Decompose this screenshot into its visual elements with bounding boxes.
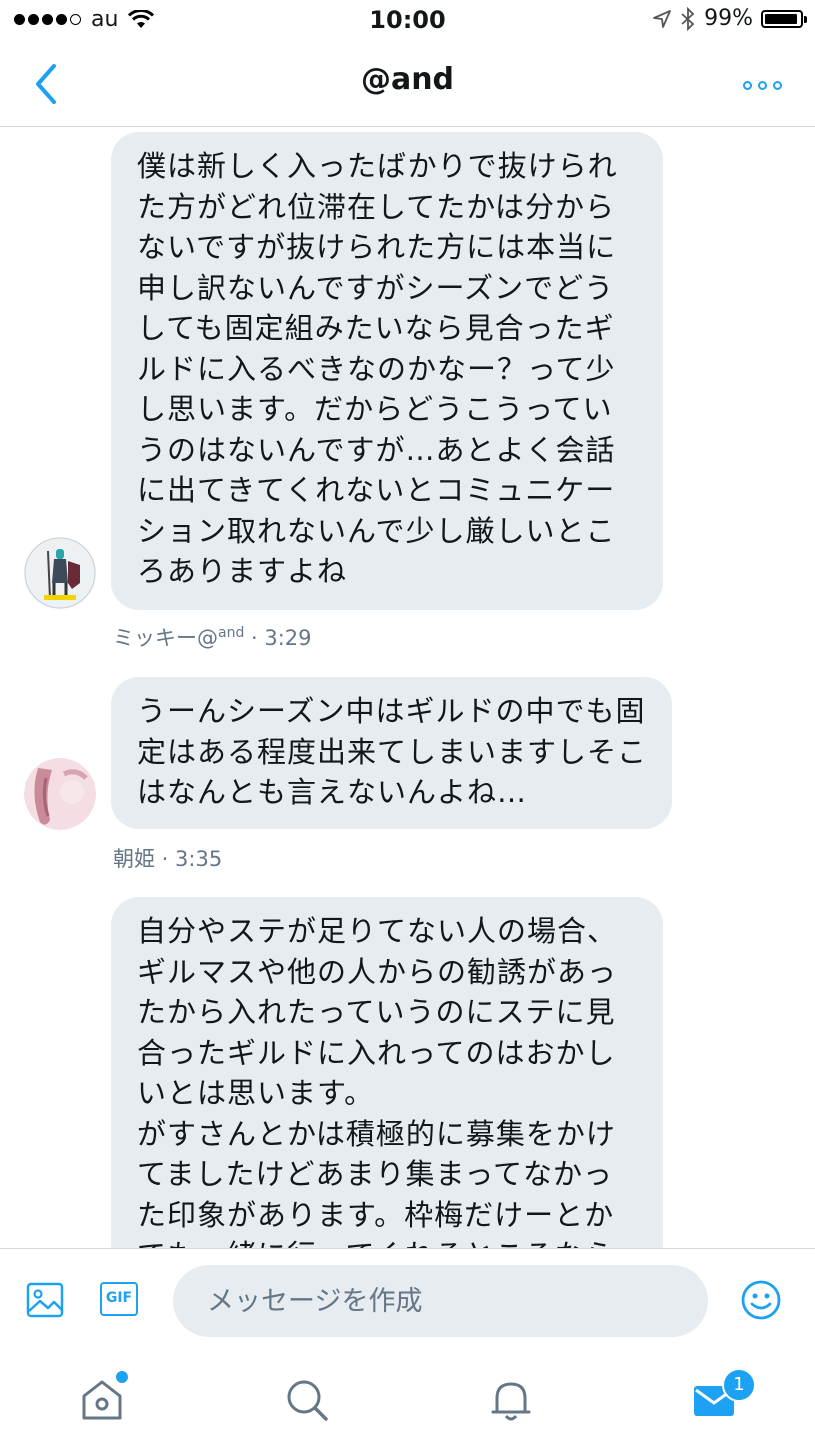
tab-search[interactable] [283, 1376, 331, 1424]
avatar-image [24, 758, 96, 830]
tab-notifications[interactable] [487, 1376, 535, 1424]
battery-percent: 99% [704, 6, 753, 31]
meta-separator: · [155, 847, 176, 871]
home-notification-dot [114, 1369, 130, 1385]
search-icon [287, 1380, 328, 1421]
image-icon [26, 1282, 64, 1318]
add-photo-button[interactable] [26, 1281, 68, 1323]
bluetooth-icon [681, 6, 695, 31]
bell-icon [491, 1382, 531, 1421]
message-bubble[interactable]: 自分やステが足りてない人の場合、ギルマスや他の人からの勧誘があったから入れたって… [111, 897, 663, 1248]
emoji-button[interactable] [740, 1279, 782, 1321]
message-bubble[interactable]: 僕は新しく入ったばかりで抜けられた方がどれ位滞在してたかは分からないですが抜けら… [111, 132, 663, 610]
status-bar: au 10:00 99% [0, 0, 815, 40]
message-time: 3:29 [264, 626, 312, 650]
sender-name: 朝姫 [113, 847, 155, 871]
message-meta: 朝姫 · 3:35 [113, 843, 222, 873]
more-dots-icon [743, 80, 752, 90]
message-composer: GIF [0, 1248, 815, 1353]
conversation-title[interactable]: @and [0, 62, 815, 97]
smiley-icon [741, 1280, 781, 1320]
battery-icon [761, 9, 807, 28]
avatar[interactable] [24, 758, 96, 830]
sender-name-sup: and [218, 625, 245, 641]
messages-badge: 1 [722, 1368, 756, 1402]
meta-separator: · [244, 626, 265, 650]
message-input[interactable] [173, 1265, 708, 1337]
avatar-image [24, 537, 96, 609]
message-time: 3:35 [175, 847, 223, 871]
gif-button[interactable]: GIF [100, 1282, 138, 1316]
avatar[interactable] [24, 537, 96, 609]
more-options-button[interactable] [743, 70, 793, 100]
tab-bar [0, 1352, 815, 1448]
message-bubble[interactable]: うーんシーズン中はギルドの中でも固定はある程度出来てしまいますしそこはなんとも言… [111, 677, 672, 829]
location-arrow-icon [653, 9, 671, 28]
message-list[interactable]: 僕は新しく入ったばかりで抜けられた方がどれ位滞在してたかは分からないですが抜けら… [0, 127, 815, 1248]
sender-name: ミッキー@ [113, 626, 218, 650]
conversation-header: @and [0, 40, 815, 127]
message-meta: ミッキー@and · 3:29 [113, 622, 312, 652]
